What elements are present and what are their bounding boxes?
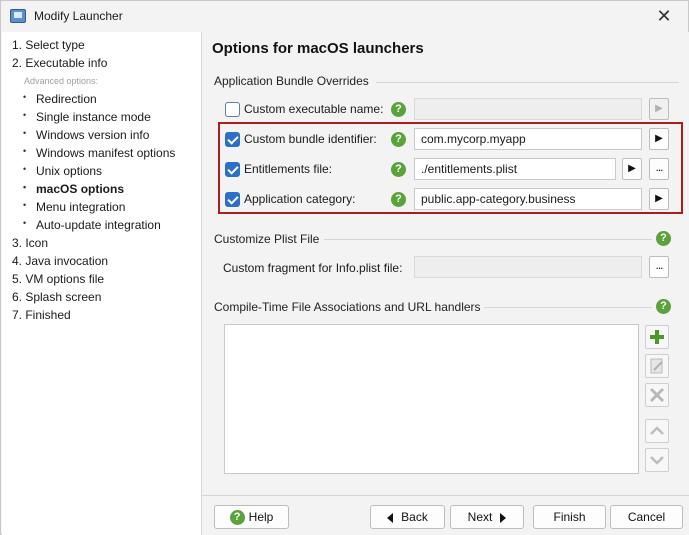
substep-macos-options[interactable]: macOS options bbox=[23, 182, 124, 196]
application-category-input[interactable]: public.app-category.business bbox=[414, 188, 642, 210]
delete-association-button[interactable] bbox=[645, 383, 669, 407]
section-divider bbox=[324, 239, 652, 240]
substep-menu-integration[interactable]: Menu integration bbox=[23, 200, 125, 214]
custom-executable-name-arrow-button[interactable]: ▶ bbox=[649, 98, 669, 120]
chevron-up-icon bbox=[650, 426, 664, 435]
custom-bundle-identifier-checkbox[interactable] bbox=[225, 132, 240, 147]
next-button[interactable]: Next bbox=[450, 505, 524, 529]
customize-plist-section-title: Customize Plist File bbox=[214, 232, 320, 246]
add-association-button[interactable] bbox=[645, 325, 669, 349]
entitlements-file-browse-button[interactable]: ... bbox=[649, 158, 669, 180]
plist-fragment-input[interactable] bbox=[414, 256, 642, 278]
application-category-checkbox[interactable] bbox=[225, 192, 240, 207]
substep-redirection[interactable]: Redirection bbox=[23, 92, 97, 106]
back-button[interactable]: Back bbox=[370, 505, 445, 529]
custom-executable-name-input[interactable] bbox=[414, 98, 642, 120]
move-up-button[interactable] bbox=[645, 419, 669, 443]
custom-executable-name-label: Custom executable name: bbox=[244, 102, 384, 116]
custom-bundle-identifier-input[interactable]: com.mycorp.myapp bbox=[414, 128, 642, 150]
finish-button[interactable]: Finish bbox=[533, 505, 606, 529]
associations-section-title: Compile-Time File Associations and URL h… bbox=[214, 300, 481, 314]
substep-windows-version-info[interactable]: Windows version info bbox=[23, 128, 149, 142]
arrow-right-icon bbox=[500, 512, 507, 523]
help-icon[interactable]: ? bbox=[391, 192, 406, 207]
page-title: Options for macOS launchers bbox=[212, 40, 424, 57]
section-divider bbox=[376, 82, 679, 83]
plist-fragment-label: Custom fragment for Info.plist file: bbox=[223, 261, 403, 275]
modify-launcher-window: Modify Launcher ✕ 1. Select type 2. Exec… bbox=[0, 0, 689, 535]
custom-bundle-identifier-label: Custom bundle identifier: bbox=[244, 132, 377, 146]
bundle-overrides-section-title: Application Bundle Overrides bbox=[214, 74, 369, 88]
main-panel: Options for macOS launchers Application … bbox=[202, 32, 689, 535]
substep-unix-options[interactable]: Unix options bbox=[23, 164, 102, 178]
section-divider bbox=[484, 307, 652, 308]
wizard-step-sidebar: 1. Select type 2. Executable info Advanc… bbox=[2, 32, 202, 535]
cancel-button[interactable]: Cancel bbox=[610, 505, 683, 529]
edit-association-button[interactable] bbox=[645, 354, 669, 378]
next-button-label: Next bbox=[467, 510, 493, 524]
delete-icon bbox=[649, 387, 665, 403]
back-button-label: Back bbox=[401, 510, 428, 524]
help-icon[interactable]: ? bbox=[391, 162, 406, 177]
window-title: Modify Launcher bbox=[34, 9, 123, 23]
title-bar: Modify Launcher ✕ bbox=[1, 1, 688, 32]
step-splash-screen[interactable]: 6. Splash screen bbox=[12, 290, 101, 304]
chevron-down-icon bbox=[650, 456, 664, 465]
step-icon[interactable]: 3. Icon bbox=[12, 236, 48, 250]
substep-auto-update[interactable]: Auto-update integration bbox=[23, 218, 161, 232]
help-icon[interactable]: ? bbox=[656, 231, 671, 246]
entitlements-file-checkbox[interactable] bbox=[225, 162, 240, 177]
plist-fragment-browse-button[interactable]: ... bbox=[649, 256, 669, 278]
help-button-label: Help bbox=[248, 510, 274, 524]
help-button[interactable]: ? Help bbox=[214, 505, 289, 529]
entitlements-file-input[interactable]: ./entitlements.plist bbox=[414, 158, 616, 180]
step-java-invocation[interactable]: 4. Java invocation bbox=[12, 254, 108, 268]
help-icon: ? bbox=[229, 510, 245, 526]
application-category-label: Application category: bbox=[244, 192, 356, 206]
application-category-arrow-button[interactable]: ▶ bbox=[649, 188, 669, 210]
close-icon[interactable]: ✕ bbox=[652, 4, 676, 28]
move-down-button[interactable] bbox=[645, 448, 669, 472]
entitlements-file-arrow-button[interactable]: ▶ bbox=[622, 158, 642, 180]
entitlements-file-label: Entitlements file: bbox=[244, 162, 333, 176]
arrow-left-icon bbox=[387, 512, 394, 523]
substep-windows-manifest[interactable]: Windows manifest options bbox=[23, 146, 175, 160]
custom-executable-name-checkbox[interactable] bbox=[225, 102, 240, 117]
edit-icon bbox=[650, 358, 663, 374]
step-executable-info[interactable]: 2. Executable info bbox=[12, 56, 107, 70]
footer-divider bbox=[202, 495, 689, 496]
app-window-icon bbox=[10, 9, 26, 23]
step-select-type[interactable]: 1. Select type bbox=[12, 38, 85, 52]
plus-icon bbox=[650, 330, 664, 344]
help-icon[interactable]: ? bbox=[391, 132, 406, 147]
associations-list[interactable] bbox=[224, 324, 639, 474]
step-finished[interactable]: 7. Finished bbox=[12, 308, 71, 322]
help-icon[interactable]: ? bbox=[391, 102, 406, 117]
custom-bundle-identifier-arrow-button[interactable]: ▶ bbox=[649, 128, 669, 150]
substep-single-instance[interactable]: Single instance mode bbox=[23, 110, 151, 124]
advanced-options-label: Advanced options: bbox=[24, 76, 99, 86]
help-icon[interactable]: ? bbox=[656, 299, 671, 314]
step-vm-options-file[interactable]: 5. VM options file bbox=[12, 272, 104, 286]
